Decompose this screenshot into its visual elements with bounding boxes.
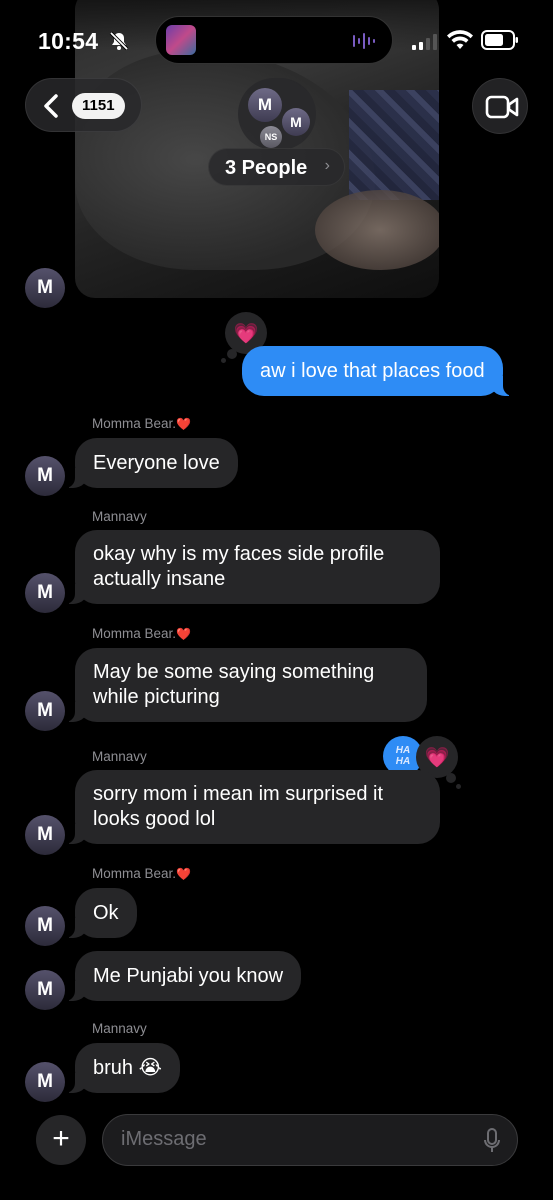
waveform-icon bbox=[353, 33, 375, 49]
back-button[interactable]: 1151 bbox=[25, 78, 142, 132]
tapback-tail bbox=[221, 358, 226, 363]
avatar: NS bbox=[260, 126, 282, 148]
message-input-placeholder: iMessage bbox=[121, 1128, 207, 1150]
add-attachment-button[interactable]: + bbox=[36, 1115, 86, 1165]
incoming-message-bubble[interactable]: Me Punjabi you know bbox=[64, 951, 302, 1001]
message-text: looks good lol bbox=[93, 808, 216, 830]
avatar: M bbox=[248, 88, 282, 122]
heart-icon: 💗 bbox=[424, 746, 450, 769]
avatar: M bbox=[282, 108, 310, 136]
message-input[interactable]: iMessage bbox=[102, 1114, 518, 1166]
status-time: 10:54 bbox=[38, 28, 99, 54]
group-avatar-cluster[interactable]: M M NS bbox=[238, 78, 316, 150]
message-text: sorry mom i mean im surprised it bbox=[93, 783, 384, 805]
sender-name: Momma Bear.❤️ bbox=[92, 416, 191, 431]
heart-icon: 💗 bbox=[233, 322, 259, 345]
avatar[interactable]: M bbox=[25, 906, 65, 946]
microphone-icon[interactable] bbox=[483, 1128, 501, 1154]
tapback-tail bbox=[456, 784, 461, 789]
incoming-message-bubble[interactable]: bruh 😭 bbox=[65, 1043, 180, 1093]
cellular-signal-icon bbox=[412, 34, 437, 50]
facetime-video-button[interactable] bbox=[472, 78, 528, 134]
message-text: bruh 😭 bbox=[93, 1056, 162, 1079]
sender-name: Mannavy bbox=[92, 509, 147, 524]
message-text: Ok bbox=[93, 901, 119, 924]
sender-name: Momma Bear.❤️ bbox=[92, 626, 191, 641]
avatar[interactable]: M bbox=[25, 1062, 65, 1102]
unread-count-badge: 1151 bbox=[72, 93, 125, 119]
plus-icon: + bbox=[52, 1122, 70, 1155]
message-text: aw i love that places food bbox=[260, 359, 485, 382]
incoming-message-bubble[interactable]: Ok bbox=[65, 888, 137, 938]
tapback-tail bbox=[227, 349, 237, 359]
dynamic-island[interactable] bbox=[155, 16, 393, 64]
avatar[interactable]: M bbox=[25, 970, 65, 1010]
incoming-message-bubble[interactable]: okay why is my faces side profile actual… bbox=[65, 530, 440, 604]
battery-icon bbox=[481, 30, 518, 50]
avatar[interactable]: M bbox=[25, 456, 65, 496]
sender-name: Mannavy bbox=[92, 1021, 147, 1036]
conversation-title-button[interactable]: 3 People › bbox=[208, 148, 345, 186]
conversation-title: 3 People bbox=[225, 157, 308, 179]
now-playing-artwork bbox=[166, 25, 196, 55]
chevron-left-icon bbox=[44, 94, 58, 118]
incoming-message-bubble[interactable]: Everyone love bbox=[65, 438, 238, 488]
avatar[interactable]: M bbox=[25, 573, 65, 613]
message-text: May be some saying something bbox=[93, 661, 375, 683]
message-text: while picturing bbox=[93, 686, 220, 708]
status-bar: 10:54 bbox=[0, 0, 553, 80]
bell-slash-icon bbox=[109, 31, 129, 51]
photo-hands bbox=[315, 190, 439, 270]
sender-name: Momma Bear.❤️ bbox=[92, 866, 191, 881]
sender-name: Mannavy bbox=[92, 749, 147, 764]
incoming-message-bubble[interactable]: May be some saying something while pictu… bbox=[65, 648, 427, 722]
wifi-icon bbox=[447, 30, 473, 49]
video-camera-icon bbox=[485, 95, 519, 119]
avatar[interactable]: M bbox=[25, 691, 65, 731]
message-text: Everyone love bbox=[93, 451, 220, 474]
tapback-tail bbox=[446, 773, 456, 783]
chevron-right-icon: › bbox=[324, 157, 330, 174]
avatar[interactable]: M bbox=[25, 815, 65, 855]
incoming-message-bubble[interactable]: sorry mom i mean im surprised it looks g… bbox=[65, 770, 440, 844]
photo-plaid bbox=[349, 90, 439, 200]
message-text: Me Punjabi you know bbox=[93, 964, 284, 987]
outgoing-message-bubble[interactable]: aw i love that places food bbox=[242, 346, 513, 396]
message-text: okay why is my faces side profile bbox=[93, 543, 385, 565]
message-text: actually insane bbox=[93, 568, 226, 590]
avatar[interactable]: M bbox=[25, 268, 65, 308]
